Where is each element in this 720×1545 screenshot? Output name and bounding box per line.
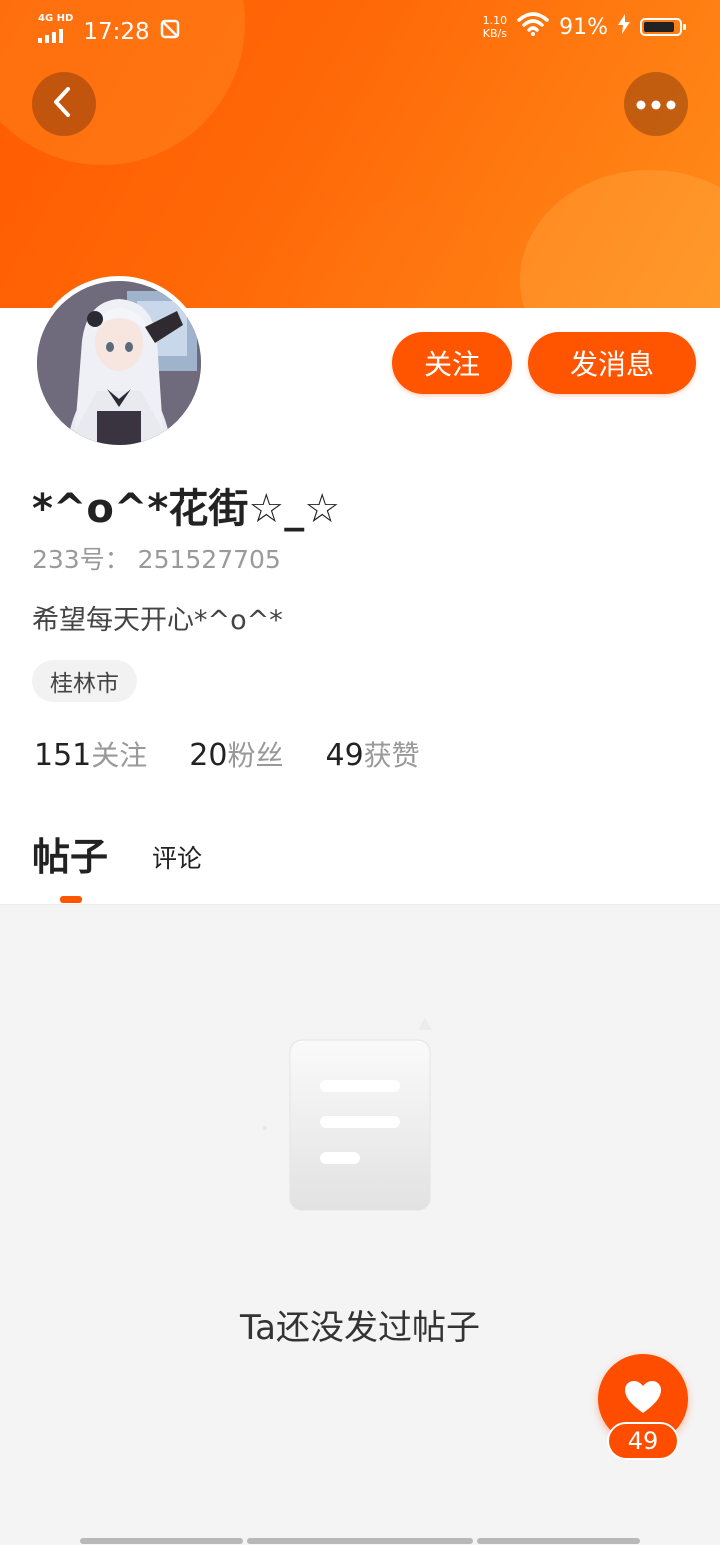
- profile-header-banner: 4G HD 17:28 1.10 KB/s 91%: [0, 0, 720, 308]
- heart-icon: [624, 1380, 662, 1418]
- user-bio: 希望每天开心*^o^*: [32, 605, 283, 636]
- stat-value: 49: [325, 738, 364, 773]
- empty-state-text: Ta还没发过帖子: [240, 1308, 480, 1348]
- more-dots-icon: [636, 95, 676, 114]
- signal-icon: 4G HD: [38, 14, 73, 49]
- avatar[interactable]: [32, 276, 206, 450]
- stat-label: 关注: [91, 739, 148, 772]
- stat-following[interactable]: 151关注: [34, 734, 147, 774]
- user-nickname: *^o^*花街☆_☆: [32, 486, 341, 532]
- avatar-image: [37, 281, 201, 445]
- more-options-button[interactable]: [624, 72, 688, 136]
- stat-label: 粉丝: [227, 739, 284, 772]
- status-time: 17:28: [83, 18, 150, 45]
- gesture-bar-segment: [477, 1538, 640, 1544]
- follow-button[interactable]: 关注: [392, 332, 512, 394]
- battery-percent: 91%: [559, 14, 608, 40]
- status-bar: 4G HD 17:28 1.10 KB/s 91%: [0, 0, 720, 56]
- stat-value: 20: [189, 738, 228, 773]
- dnd-icon: [160, 19, 180, 45]
- gesture-bar-segment: [247, 1538, 473, 1544]
- charging-icon: [618, 14, 630, 40]
- tab-comments[interactable]: 评论: [152, 839, 202, 881]
- wifi-icon: [517, 12, 549, 42]
- user-id: 233号： 251527705: [32, 545, 281, 574]
- stat-followers[interactable]: 20粉丝: [189, 734, 283, 774]
- banner-decoration: [300, 200, 500, 308]
- banner-decoration: [520, 170, 720, 308]
- stat-label: 获赞: [363, 739, 420, 772]
- send-message-button[interactable]: 发消息: [528, 332, 696, 394]
- gesture-bar-segment: [80, 1538, 243, 1544]
- stat-value: 151: [34, 738, 92, 773]
- chevron-left-icon: [50, 86, 78, 122]
- profile-tabs: 帖子 评论: [32, 826, 202, 881]
- profile-stats: 151关注 20粉丝 49获赞: [34, 734, 420, 774]
- battery-icon: [640, 18, 686, 36]
- empty-document-icon: [260, 1018, 460, 1218]
- active-tab-indicator: [60, 896, 82, 903]
- tab-posts[interactable]: 帖子: [32, 826, 108, 881]
- network-speed: 1.10 KB/s: [482, 14, 508, 40]
- location-tag: 桂林市: [32, 660, 137, 702]
- like-count-badge: 49: [607, 1422, 679, 1460]
- back-button[interactable]: [32, 72, 96, 136]
- stat-likes: 49获赞: [325, 734, 419, 774]
